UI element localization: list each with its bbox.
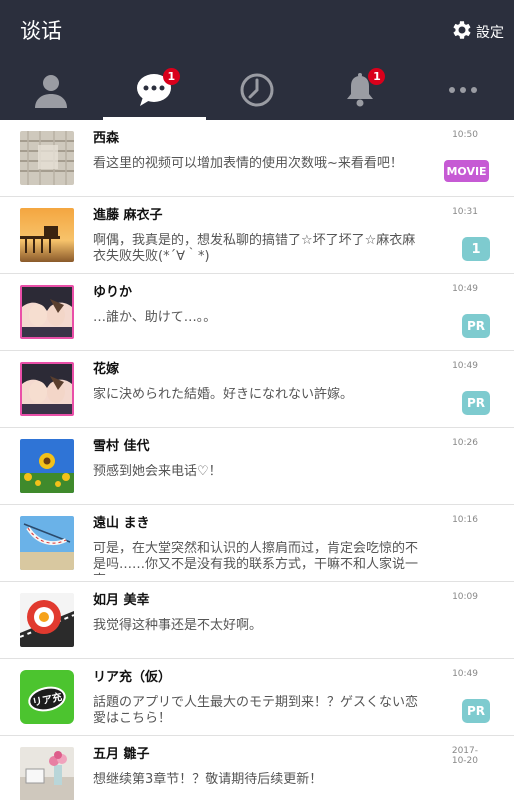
chat-time: 10:26 — [452, 438, 478, 448]
chat-time: 10:09 — [452, 592, 478, 602]
chat-message: 可是，在大堂突然和认识的人擦肩而过，肯定会吃惊的不是吗……你又不是没有我的联系方… — [93, 541, 419, 575]
notifications-badge: 1 — [368, 68, 386, 85]
pr-badge[interactable]: PR — [462, 314, 490, 338]
chat-row[interactable]: 遠山 まき 10:16 可是，在大堂突然和认识的人擦肩而过，肯定会吃惊的不是吗…… — [0, 505, 514, 582]
chat-message: 啊偶，我真是的，想发私聊的搞错了☆坏了坏了☆麻衣麻衣失败失败(*´∀｀*) — [93, 233, 416, 264]
tab-chats[interactable]: 1 — [102, 60, 206, 120]
chat-date: 2017- 10-20 — [452, 746, 478, 766]
anime-couple-avatar — [20, 362, 74, 416]
tab-friends[interactable] — [0, 60, 103, 120]
chat-time: 10:16 — [452, 515, 478, 525]
chat-date-line1: 2017- — [451, 746, 478, 756]
tab-bar: 1 1 — [0, 60, 514, 120]
chat-row[interactable]: 花嫁 10:49 家に決められた結婚。好きになれない許嫁。 PR — [0, 351, 514, 428]
chat-name: 五月 雛子 — [93, 747, 150, 762]
chat-time: 10:49 — [452, 361, 478, 371]
fabric-avatar — [20, 131, 74, 185]
tab-more[interactable] — [411, 60, 514, 120]
gear-icon — [450, 18, 476, 46]
tab-notifications[interactable]: 1 — [308, 60, 411, 120]
chat-message: 我觉得这种事还是不太好啊。 — [93, 618, 263, 633]
movie-badge[interactable]: MOVIE — [444, 160, 489, 182]
chat-name: ゆりか — [93, 285, 133, 300]
chat-name: 進藤 麻衣子 — [93, 208, 163, 223]
chat-time: 10:49 — [452, 284, 478, 294]
chat-message: 想继续第3章节！？敬请期待后续更新！ — [93, 772, 323, 787]
chat-time: 10:31 — [452, 207, 478, 217]
riajuu-logo-avatar: リア充 — [20, 670, 74, 724]
header-bar: 谈话 設定 1 1 — [0, 0, 514, 120]
pier-sunset-avatar — [20, 208, 74, 262]
pr-badge[interactable]: PR — [462, 391, 490, 415]
settings-button[interactable]: 設定 — [450, 18, 504, 46]
chat-name: 花嫁 — [93, 362, 120, 377]
chat-message: 家に決められた結婚。好きになれない許嫁。 — [93, 387, 354, 402]
chat-message: 話題のアプリで人生最大のモテ期到来！？ゲスくない恋愛はこちら！ — [93, 695, 419, 726]
chat-row[interactable]: 如月 美幸 10:09 我觉得这种事还是不太好啊。 — [0, 582, 514, 659]
flowers-desk-avatar — [20, 747, 74, 800]
page-title: 谈话 — [20, 19, 62, 43]
person-icon — [31, 70, 71, 110]
anime-couple-avatar — [20, 285, 74, 339]
chat-name: リア充（仮） — [93, 670, 172, 685]
chat-name: 西森 — [93, 131, 120, 146]
chat-row[interactable]: 雪村 佳代 10:26 预感到她会来电话♡！ — [0, 428, 514, 505]
settings-label: 設定 — [476, 25, 504, 41]
chat-time: 10:49 — [452, 669, 478, 679]
chats-badge: 1 — [162, 68, 180, 85]
chat-row[interactable]: 西森 10:50 看这里的视频可以增加表情的使用次数哦~来看看吧！ MOVIE — [0, 120, 514, 197]
chat-row[interactable]: 進藤 麻衣子 10:31 啊偶，我真是的，想发私聊的搞错了☆坏了坏了☆麻衣麻衣失… — [0, 197, 514, 274]
hammock-avatar — [20, 516, 74, 570]
chat-list: 西森 10:50 看这里的视频可以增加表情的使用次数哦~来看看吧！ MOVIE … — [0, 120, 514, 800]
egg-plate-avatar — [20, 593, 74, 647]
tab-history[interactable] — [206, 60, 309, 120]
chat-time: 10:50 — [452, 130, 478, 140]
chat-message: …誰か、助けて…。。 — [93, 310, 217, 325]
chat-date-line2: 10-20 — [451, 756, 478, 766]
clock-icon — [237, 70, 277, 110]
unread-count-badge: 1 — [462, 237, 490, 261]
chat-name: 遠山 まき — [93, 516, 150, 531]
chat-row[interactable]: リア充 リア充（仮） 10:49 話題のアプリで人生最大のモテ期到来！？ゲスくな… — [0, 659, 514, 736]
chat-row[interactable]: ゆりか 10:49 …誰か、助けて…。。 PR — [0, 274, 514, 351]
pr-badge[interactable]: PR — [462, 699, 490, 723]
chat-name: 如月 美幸 — [93, 593, 150, 608]
chat-row[interactable]: 五月 雛子 2017- 10-20 想继续第3章节！？敬请期待后续更新！ — [0, 736, 514, 800]
chat-name: 雪村 佳代 — [93, 439, 150, 454]
chat-app: 谈话 設定 1 1 西森 10:50 看这里的视频可以增加表情的使用次数哦~来看… — [0, 0, 514, 800]
chat-message: 预感到她会来电话♡！ — [93, 464, 222, 479]
chat-message: 看这里的视频可以增加表情的使用次数哦~来看看吧！ — [93, 156, 403, 171]
more-icon — [443, 70, 483, 110]
sunflower-avatar — [20, 439, 74, 493]
